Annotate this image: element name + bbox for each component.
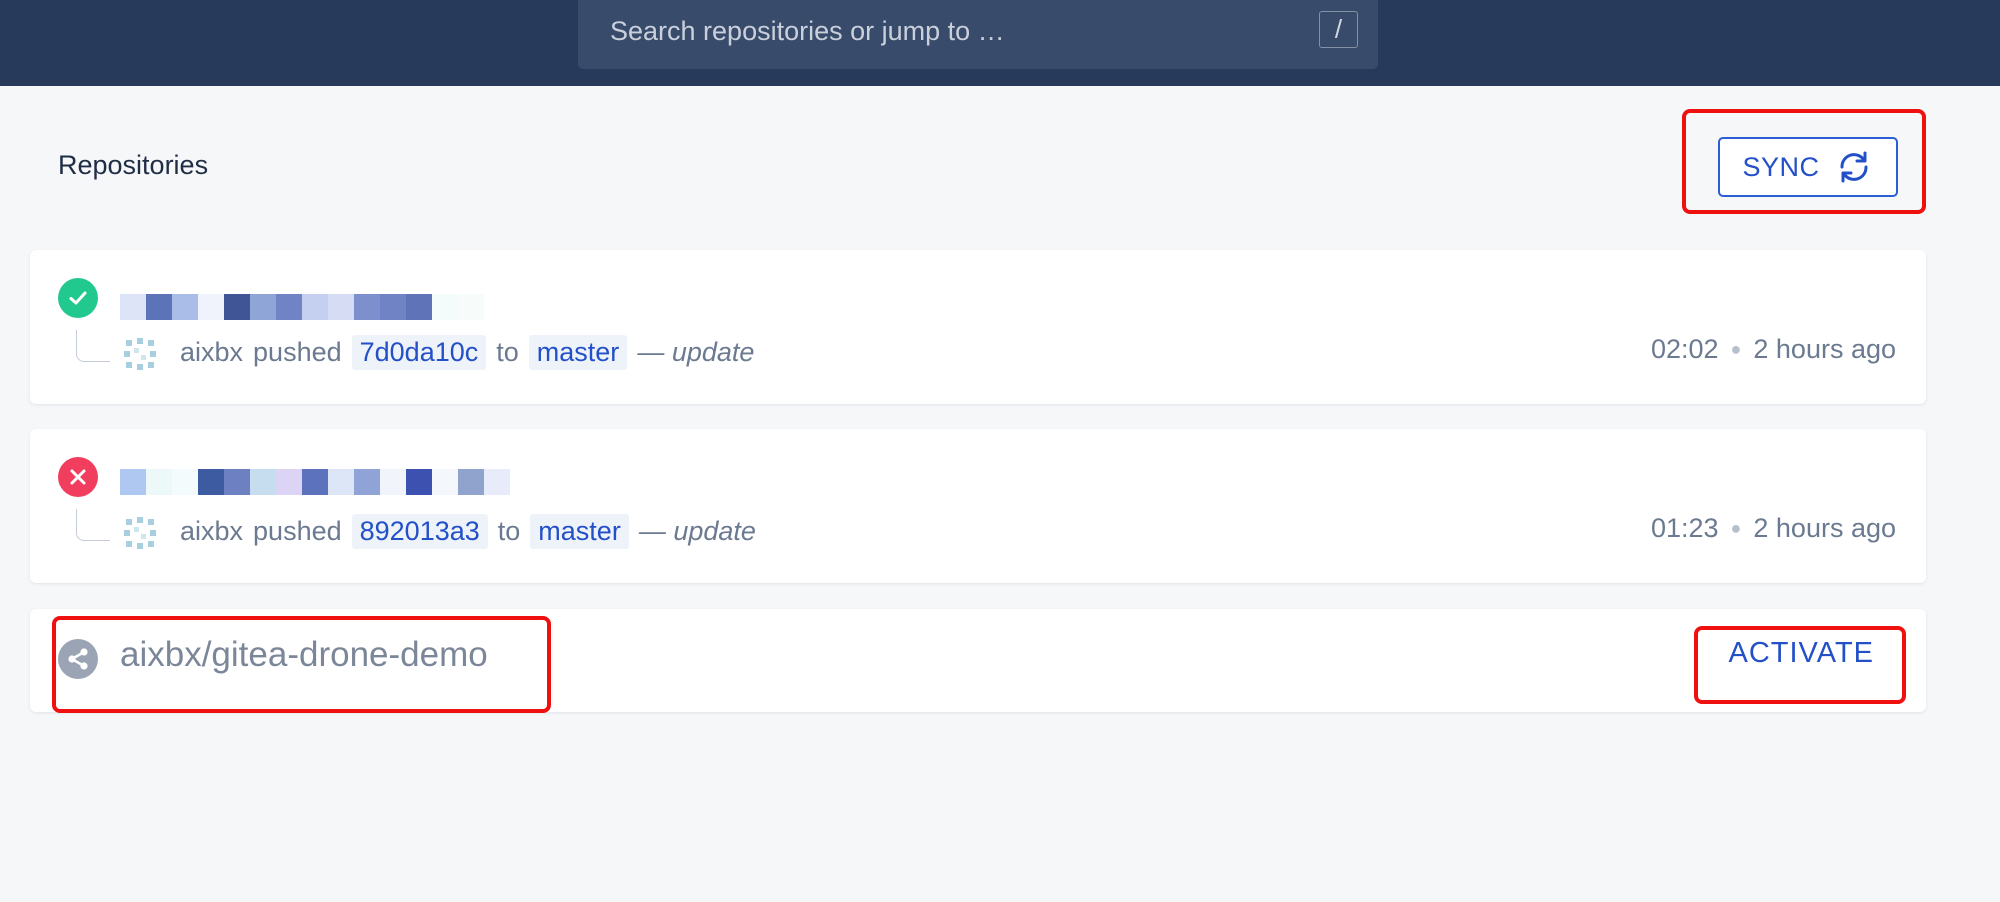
commit-author: aixbx [180, 516, 244, 546]
build-relative-time: 2 hours ago [1753, 334, 1896, 364]
sync-icon [1839, 151, 1868, 183]
build-time: 01:23 ● 2 hours ago [1651, 513, 1896, 544]
commit-hash-link[interactable]: 892013a3 [351, 514, 488, 549]
commit-author: aixbx [180, 337, 244, 367]
branch-link[interactable]: master [530, 514, 629, 549]
commit-action: pushed [253, 337, 342, 367]
commit-info: aixbx pushed 892013a3 to master — update [180, 514, 756, 549]
sync-button[interactable]: SYNC [1718, 137, 1898, 197]
top-navbar: / [0, 0, 2000, 86]
failure-status-icon [58, 457, 98, 497]
repo-name-redacted [120, 268, 484, 320]
branch-link[interactable]: master [528, 335, 628, 370]
build-clock-time: 01:23 [1650, 513, 1719, 543]
activate-highlight-box [1694, 626, 1906, 704]
commit-action: pushed [253, 516, 342, 546]
commit-message: — update [637, 337, 755, 367]
avatar [124, 338, 156, 370]
tree-connector [76, 509, 110, 541]
commit-to: to [497, 516, 521, 546]
check-icon [69, 291, 87, 305]
commit-hash-link[interactable]: 7d0da10c [351, 335, 487, 370]
avatar [124, 517, 156, 549]
repo-name-highlight-box [52, 616, 551, 713]
search-input[interactable] [610, 12, 1270, 50]
close-icon [70, 469, 86, 485]
search-bar[interactable]: / [578, 0, 1378, 69]
tree-connector [76, 330, 110, 362]
success-status-icon [58, 278, 98, 318]
sync-label: SYNC [1742, 151, 1820, 182]
separator-dot: ● [1730, 339, 1742, 359]
build-relative-time: 2 hours ago [1753, 513, 1896, 543]
separator-dot: ● [1730, 518, 1742, 538]
build-clock-time: 02:02 [1650, 334, 1719, 364]
build-time: 02:02 ● 2 hours ago [1651, 334, 1896, 365]
repo-card[interactable]: aixbx pushed 7d0da10c to master — update… [30, 250, 1926, 404]
repo-card[interactable]: aixbx pushed 892013a3 to master — update… [30, 429, 1926, 583]
commit-message: — update [638, 516, 756, 546]
commit-to: to [496, 337, 519, 367]
page-title: Repositories [58, 150, 209, 180]
search-shortcut-key: / [1319, 11, 1358, 48]
repo-name-redacted [120, 443, 510, 495]
commit-info: aixbx pushed 7d0da10c to master — update [180, 335, 754, 370]
